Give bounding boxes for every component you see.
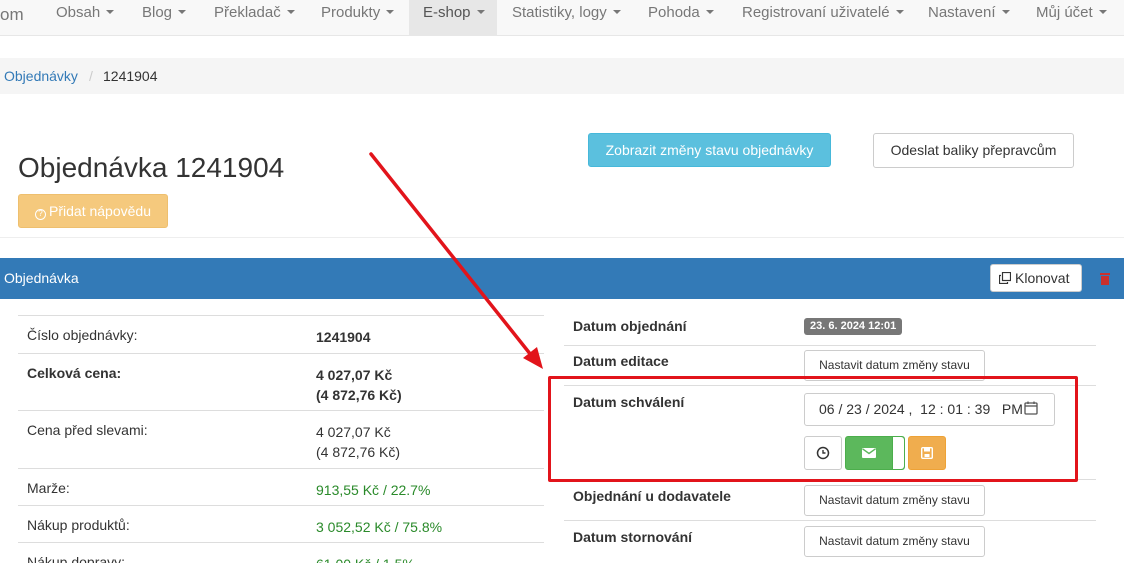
add-help-button[interactable]: ? Přidat nápovědu: [18, 194, 168, 228]
nav-item-eshop[interactable]: E-shop: [409, 0, 497, 36]
nav-item-statistiky[interactable]: Statistiky, logy: [498, 0, 635, 36]
nav-item-prekladac[interactable]: Překladač: [200, 0, 309, 36]
order-panel-heading: Objednávka Klonovat: [0, 258, 1124, 299]
nav-item-nastaveni[interactable]: Nastavení: [914, 0, 1024, 36]
caret-down-icon: [476, 10, 485, 15]
clone-button[interactable]: Klonovat: [990, 264, 1082, 292]
nav-label: Blog: [142, 4, 173, 21]
table-row: Nákup dopravy: 61,00 Kč / 1.5%: [18, 542, 544, 563]
question-circle-icon: ?: [35, 209, 47, 220]
add-help-label: Přidat nápovědu: [49, 203, 151, 219]
nav-label: Produkty: [321, 4, 381, 21]
set-status-date-button[interactable]: Nastavit datum změny stavu: [804, 526, 985, 557]
show-status-changes-button[interactable]: Zobrazit změny stavu objednávky: [588, 133, 831, 167]
nav-label: Překladač: [214, 4, 281, 21]
order-date-badge: 23. 6. 2024 12:01: [804, 318, 903, 335]
nav-label: Pohoda: [648, 4, 700, 21]
caret-down-icon: [612, 10, 621, 15]
table-row: Nákup produktů: 3 052,52 Kč / 75.8%: [18, 505, 544, 542]
divider: [0, 237, 1124, 238]
table-row: Marže: 913,55 Kč / 22.7%: [18, 468, 544, 505]
nav-item-obsah[interactable]: Obsah: [42, 0, 128, 36]
shipping-purchase-value: 61,00 Kč / 1.5%: [316, 554, 415, 563]
nav-label: Statistiky, logy: [512, 4, 607, 21]
nav-item-blog[interactable]: Blog: [128, 0, 200, 36]
table-row: Celková cena: 4 027,07 Kč (4 872,76 Kč): [18, 353, 544, 410]
brand-logo-text[interactable]: om: [0, 5, 24, 25]
breadcrumb: Objednávky / 1241904: [0, 58, 1124, 94]
row-label: Marže:: [27, 480, 70, 496]
nav-label: Můj účet: [1036, 4, 1093, 21]
row-label: Cena před slevami:: [27, 422, 148, 438]
clone-label: Klonovat: [1015, 270, 1070, 286]
breadcrumb-orders-link[interactable]: Objednávky: [4, 58, 78, 94]
price-gross: (4 872,76 Kč): [316, 444, 401, 460]
row-label: Nákup produktů:: [27, 517, 130, 533]
nav-item-produkty[interactable]: Produkty: [307, 0, 408, 36]
cancel-date-label: Datum stornování: [573, 529, 693, 545]
order-number-value: 1241904: [316, 329, 371, 345]
caret-down-icon: [1001, 10, 1010, 15]
table-row: Číslo objednávky: 1241904: [18, 315, 544, 353]
product-purchase-value: 3 052,52 Kč / 75.8%: [316, 519, 443, 535]
send-packages-button[interactable]: Odeslat baliky přepravcům: [873, 133, 1074, 168]
row-label: Číslo objednávky:: [27, 327, 138, 343]
nav-label: E-shop: [423, 4, 471, 21]
edit-date-label: Datum editace: [573, 353, 669, 369]
page-title: Objednávka 1241904: [18, 152, 285, 183]
table-row: Cena před slevami: 4 027,07 Kč (4 872,76 …: [18, 410, 544, 468]
nav-label: Obsah: [56, 4, 101, 21]
row-label: Celková cena:: [27, 365, 122, 381]
copy-icon: [999, 272, 1011, 284]
caret-down-icon: [178, 10, 187, 15]
nav-item-registrovani[interactable]: Registrovaní uživatelé: [728, 0, 918, 36]
margin-value: 913,55 Kč / 22.7%: [316, 482, 431, 498]
price-gross: (4 872,76 Kč): [316, 387, 402, 403]
top-navbar: om Obsah Blog Překladač Produkty E-shop …: [0, 0, 1124, 36]
price-net: 4 027,07 Kč: [316, 367, 393, 383]
nav-label: Nastavení: [928, 4, 996, 21]
set-status-date-button[interactable]: Nastavit datum změny stavu: [804, 485, 985, 516]
caret-down-icon: [705, 10, 714, 15]
highlight-box: [548, 376, 1078, 482]
total-price-value: 4 027,07 Kč (4 872,76 Kč): [316, 365, 402, 405]
nav-item-muj-ucet[interactable]: Můj účet: [1022, 0, 1121, 36]
price-before-discount-value: 4 027,07 Kč (4 872,76 Kč): [316, 422, 400, 462]
caret-down-icon: [1098, 10, 1107, 15]
breadcrumb-separator: /: [89, 68, 93, 84]
nav-item-pohoda[interactable]: Pohoda: [634, 0, 728, 36]
row-label: Nákup dopravy:: [27, 554, 126, 563]
caret-down-icon: [106, 10, 115, 15]
breadcrumb-current: 1241904: [103, 68, 158, 84]
price-net: 4 027,07 Kč: [316, 424, 391, 440]
caret-down-icon: [895, 10, 904, 15]
nav-label: Registrovaní uživatelé: [742, 4, 890, 21]
caret-down-icon: [286, 10, 295, 15]
caret-down-icon: [386, 10, 395, 15]
panel-title: Objednávka: [4, 270, 79, 286]
supplier-order-label: Objednání u dodavatele: [573, 488, 731, 504]
order-date-label: Datum objednání: [573, 318, 687, 334]
trash-icon[interactable]: [1100, 272, 1110, 285]
